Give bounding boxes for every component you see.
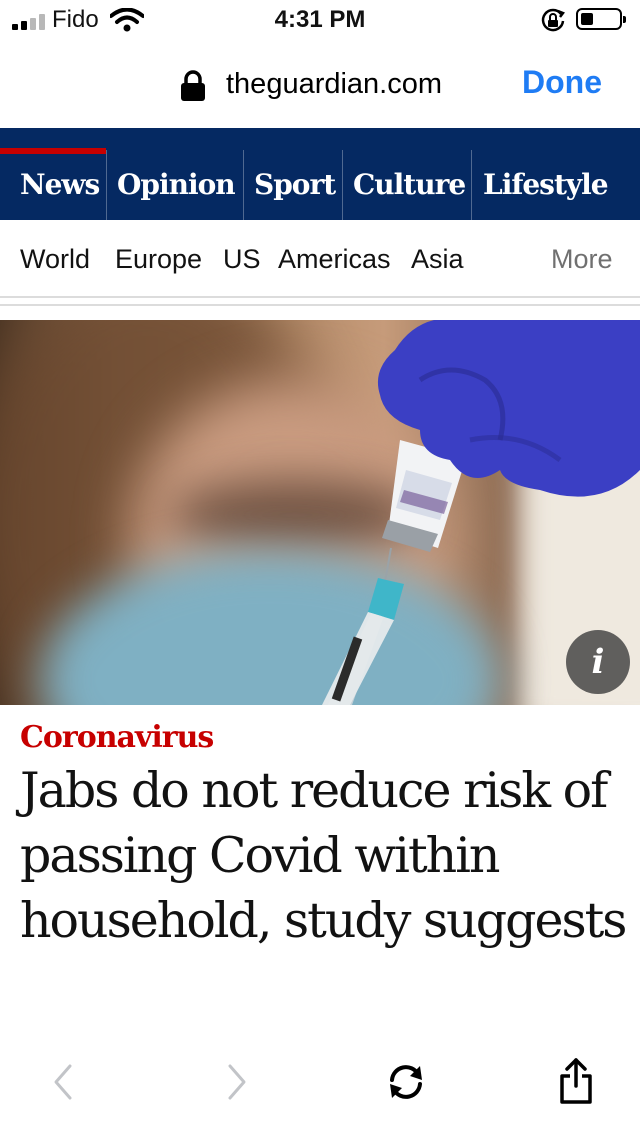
subnav-world[interactable]: World [20,244,90,275]
article-kicker[interactable]: Coronavirus [20,720,214,755]
done-button[interactable]: Done [522,64,602,101]
pillar-sport[interactable]: Sport [244,150,343,220]
divider [0,304,640,306]
back-icon[interactable] [50,1060,76,1104]
vaccine-syringe-illustration [322,320,640,705]
article-main-image [0,320,640,705]
guardian-header [0,128,640,150]
pillar-nav: News Opinion Sport Culture Lifestyle [0,150,640,220]
pillar-news[interactable]: News [0,150,107,220]
status-bar: Fido 4:31 PM [0,0,640,40]
padlock-icon [181,70,205,101]
pillar-opinion[interactable]: Opinion [107,150,244,220]
pillar-lifestyle[interactable]: Lifestyle [472,150,640,220]
address-bar: theguardian.com Done [0,56,640,116]
forward-icon[interactable] [224,1060,250,1104]
battery-icon [576,8,626,30]
subnav-europe[interactable]: Europe [115,244,202,275]
info-icon[interactable]: i [566,630,630,694]
active-pillar-indicator [0,148,106,154]
divider [0,296,640,298]
reload-icon[interactable] [384,1060,428,1104]
subnav-us[interactable]: US [223,244,261,275]
browser-toolbar [0,1040,640,1136]
pillar-culture[interactable]: Culture [343,150,472,220]
share-icon[interactable] [558,1056,594,1106]
sub-nav: World Europe US Americas Asia More [0,222,640,298]
article-headline: Jabs do not reduce risk of passing Covid… [20,762,627,949]
orientation-lock-icon [541,8,565,32]
subnav-americas[interactable]: Americas [278,244,391,275]
url-domain[interactable]: theguardian.com [226,68,442,101]
subnav-asia[interactable]: Asia [411,244,464,275]
subnav-more[interactable]: More [551,244,613,275]
